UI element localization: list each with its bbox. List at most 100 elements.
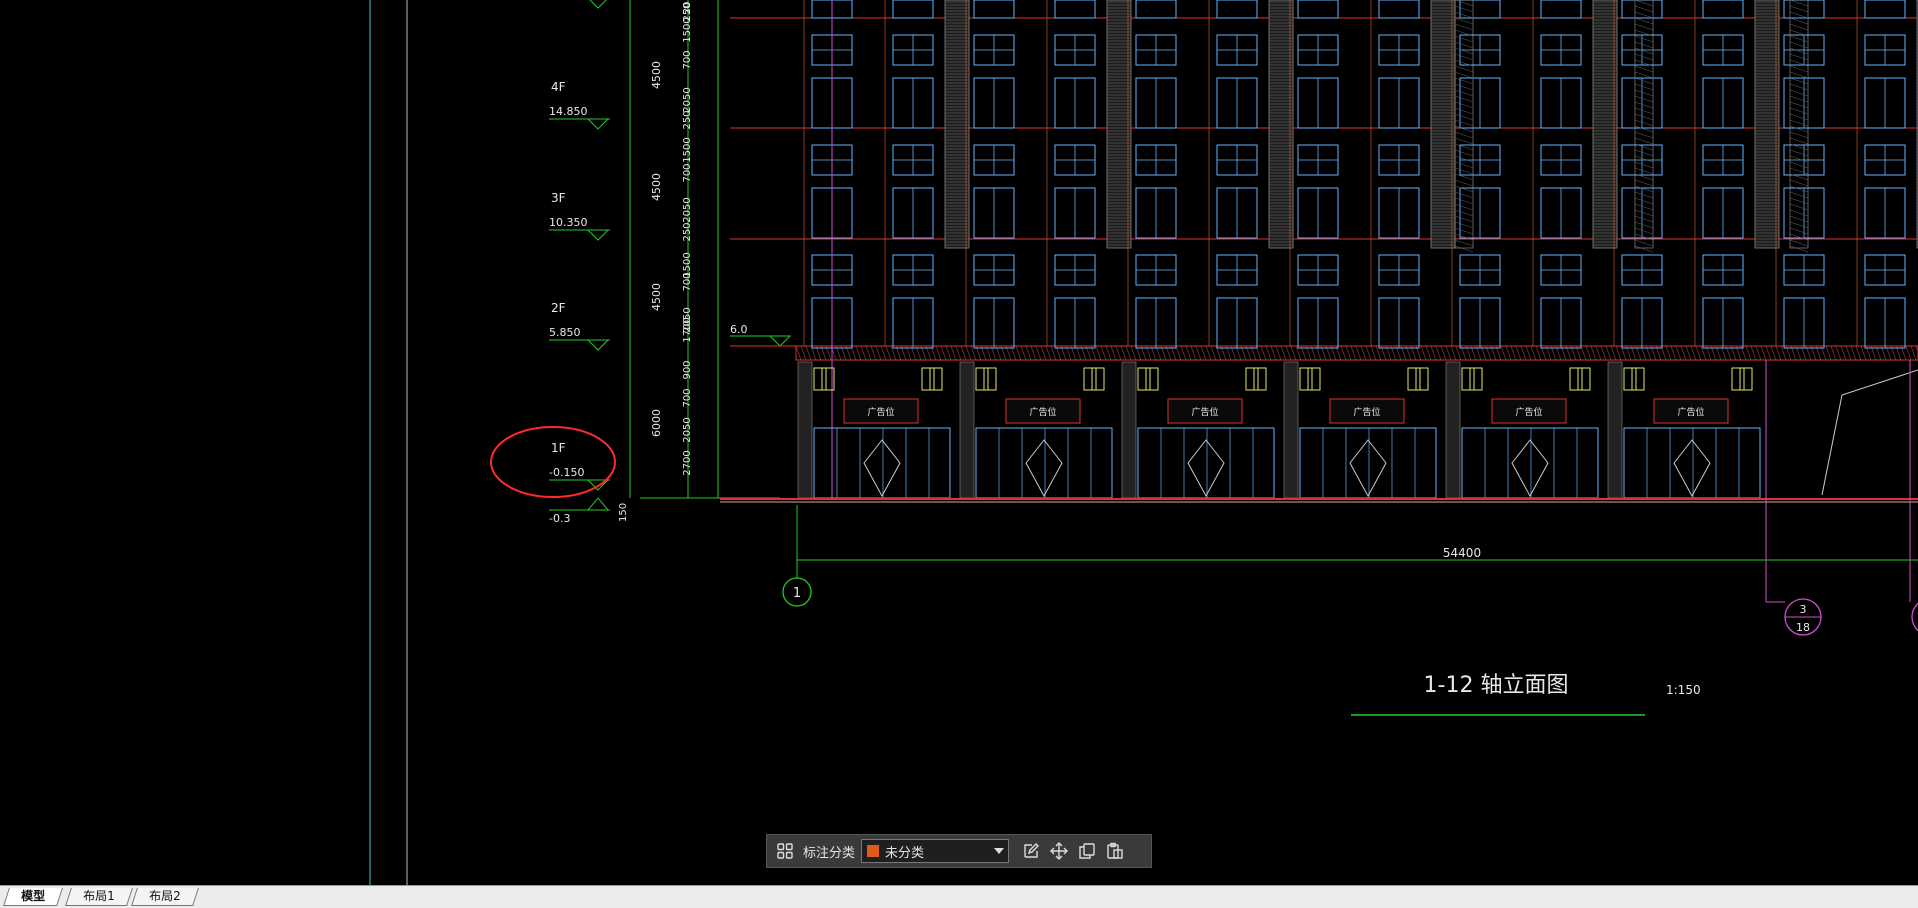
podium-hatch (1845, 345, 1852, 361)
podium-hatch (1520, 345, 1527, 361)
column-hatch (1634, 155, 1654, 163)
column-hatch (1454, 155, 1474, 163)
column-hatch (1789, 17, 1809, 25)
dimension-top-partial: 20 (682, 2, 693, 15)
podium-hatch (935, 345, 942, 361)
podium-hatch (1040, 345, 1047, 361)
storefront-glazing (1299, 427, 1437, 499)
podium-hatch (1765, 345, 1772, 361)
column-hatch (1789, 161, 1809, 169)
column-hatch (1789, 0, 1809, 7)
grid-icon[interactable] (771, 838, 799, 864)
column-hatch (1634, 149, 1654, 157)
move-icon[interactable] (1045, 838, 1073, 864)
facade-pier (1268, 0, 1294, 249)
column-hatch (1454, 215, 1474, 223)
window-top-partial (1135, 0, 1177, 19)
podium-hatch (1595, 345, 1602, 361)
podium-hatch (885, 345, 892, 361)
column-hatch (1454, 35, 1474, 43)
podium-hatch (1685, 345, 1692, 361)
podium-hatch (1350, 345, 1357, 361)
tab-layout1[interactable]: 布局1 (65, 888, 133, 906)
dimension-outer-label: 4500 (650, 173, 663, 201)
podium-hatch (860, 345, 867, 361)
shop-clerestory-window (1623, 367, 1637, 391)
column-hatch (1454, 245, 1474, 253)
edit-icon[interactable] (1017, 838, 1045, 864)
column-hatch (1634, 221, 1654, 229)
shop-clerestory-window (1739, 367, 1753, 391)
column-hatch (1454, 179, 1474, 187)
column-hatch (1634, 161, 1654, 169)
podium-hatch (1905, 345, 1912, 361)
column-hatch (1634, 89, 1654, 97)
level-triangle (587, 229, 609, 241)
podium-hatch (1100, 345, 1107, 361)
column-hatch (1789, 245, 1809, 253)
podium-hatch (1045, 345, 1052, 361)
tab-model[interactable]: 模型 (3, 888, 63, 906)
dimension-outer-label: 4500 (650, 61, 663, 89)
podium-hatch (1025, 345, 1032, 361)
window-top-partial (1864, 0, 1906, 19)
column-hatch (1634, 23, 1654, 31)
drawing-scale: 1:150 (1666, 683, 1701, 697)
column-hatch (1789, 215, 1809, 223)
column-hatch (1454, 221, 1474, 229)
column-hatch (1454, 5, 1474, 13)
podium-hatch (1265, 345, 1272, 361)
drawing-canvas[interactable]: 19.3504F14.8503F10.3502F5.8501F-0.150-0.… (0, 0, 1918, 885)
tab-layout2[interactable]: 布局2 (131, 888, 199, 906)
shop-clerestory-window (1577, 367, 1591, 391)
shop-clerestory-window (921, 367, 935, 391)
podium-hatch (870, 345, 877, 361)
column-hatch (1634, 245, 1654, 253)
podium-hatch (875, 345, 882, 361)
annotation-toolbar: 标注分类 未分类 (766, 834, 1152, 868)
level-markers: 19.3504F14.8503F10.3502F5.8501F-0.150-0.… (549, 0, 629, 525)
podium-hatch (1105, 345, 1112, 361)
podium-hatch (1355, 345, 1362, 361)
shop-sign-text: 广告位 (1191, 406, 1218, 418)
copy-icon[interactable] (1073, 838, 1101, 864)
column-hatch (1789, 179, 1809, 187)
facade-pier (1592, 0, 1618, 249)
column-hatch (1454, 71, 1474, 79)
tab-layout2-label: 布局2 (149, 889, 181, 903)
podium-hatch (1855, 345, 1862, 361)
shop-clerestory-window (1299, 367, 1313, 391)
podium-hatch (1270, 345, 1277, 361)
shop-sign-text: 广告位 (1515, 406, 1542, 418)
dimension-inner-label: 1700 (682, 317, 693, 342)
podium-hatch (1260, 345, 1267, 361)
podium-hatch (960, 345, 967, 361)
podium-hatch (1580, 345, 1587, 361)
column-hatch (1634, 0, 1654, 7)
podium-hatch (1770, 345, 1777, 361)
podium-hatch (1670, 345, 1677, 361)
column-hatch (1789, 155, 1809, 163)
column-hatch (1789, 185, 1809, 193)
shop-pier (797, 361, 813, 499)
storefront-glazing (1461, 427, 1599, 499)
column-hatch (1634, 119, 1654, 127)
column-hatch (1454, 191, 1474, 199)
shop-clerestory-window (1631, 367, 1645, 391)
category-selected-value: 未分类 (885, 845, 925, 861)
column-hatch (1454, 0, 1474, 7)
podium-hatch (1285, 345, 1292, 361)
podium-hatch (1510, 345, 1517, 361)
podium-hatch (1745, 345, 1752, 361)
column-hatch (1634, 71, 1654, 79)
podium-hatch (1910, 345, 1917, 361)
dimension-inner-label: 2050 (682, 197, 693, 222)
podium-hatch (955, 345, 962, 361)
podium-hatch (1775, 345, 1782, 361)
paste-icon[interactable] (1101, 838, 1129, 864)
ground-offset-label: 150 (618, 503, 629, 522)
dimension-inner-label: 700 (682, 388, 693, 407)
podium-hatch (1605, 345, 1612, 361)
category-dropdown[interactable]: 未分类 (861, 839, 1010, 863)
podium-hatch (1180, 345, 1187, 361)
